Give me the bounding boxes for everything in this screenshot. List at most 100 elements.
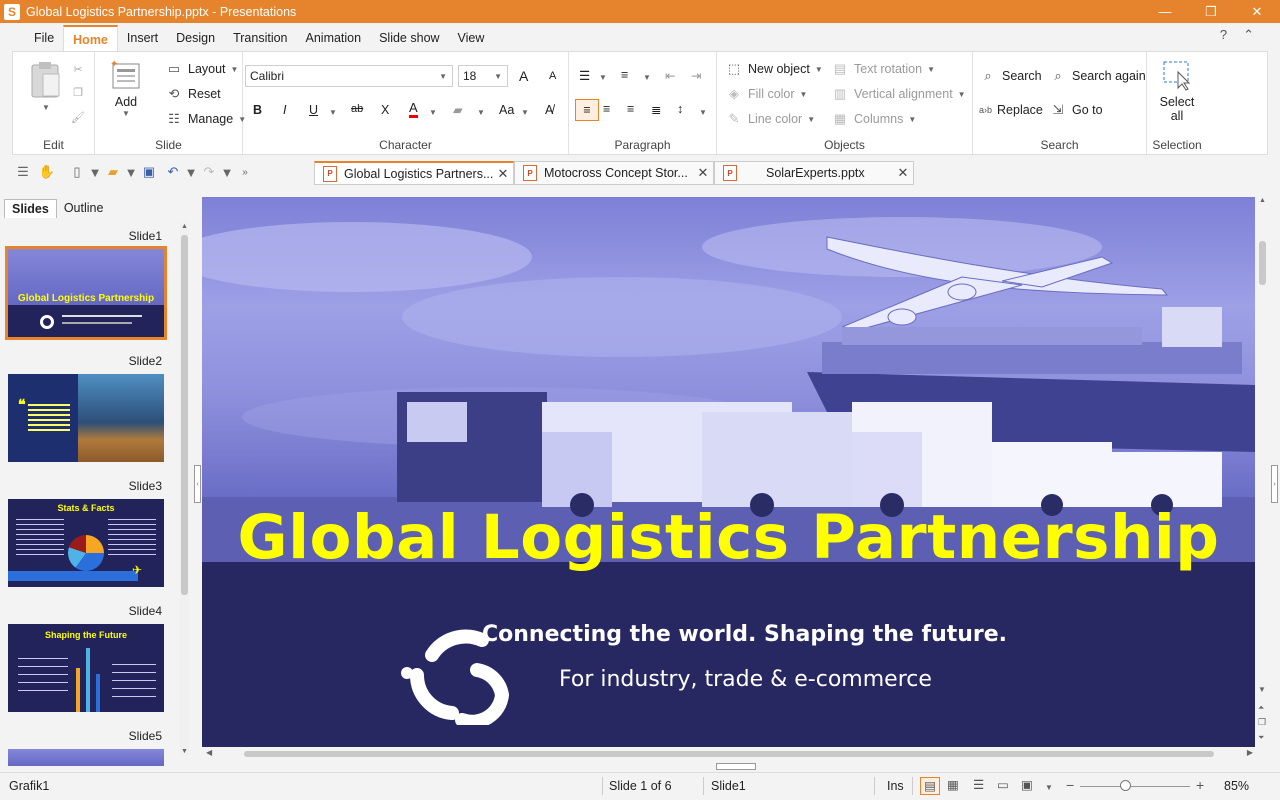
change-case-dropdown[interactable]: ▼	[521, 108, 529, 117]
align-right-icon[interactable]: ≡	[627, 102, 634, 116]
more-icon[interactable]: »	[234, 161, 256, 183]
slide-canvas[interactable]: Global Logistics Partnership Connecting …	[202, 197, 1255, 747]
line-color-button[interactable]: ✎ Line color ▼	[725, 110, 816, 128]
highlight-icon[interactable]: ▰	[453, 102, 463, 117]
right-splitter-handle[interactable]: ›	[1271, 465, 1278, 503]
increase-indent-icon[interactable]: ⇥	[691, 68, 701, 83]
zoom-out-button[interactable]: −	[1066, 777, 1074, 793]
columns-button[interactable]: ▦ Columns ▼	[831, 110, 916, 128]
slideshow-dropdown[interactable]: ▼	[1045, 783, 1053, 792]
underline-button[interactable]: U	[309, 103, 318, 117]
open-folder-icon[interactable]: ▰	[102, 161, 124, 183]
shrink-font-button[interactable]: A	[549, 70, 556, 82]
grow-font-button[interactable]: A	[519, 68, 528, 84]
zoom-in-button[interactable]: +	[1196, 777, 1204, 793]
search-button[interactable]: ⌕ Search	[979, 67, 1041, 85]
scroll-down-icon[interactable]: ▼	[181, 748, 188, 755]
close-tab-icon[interactable]: ✕	[893, 165, 913, 181]
slide-thumb-5[interactable]	[8, 749, 164, 766]
bullets-icon[interactable]: ☰	[579, 68, 590, 83]
font-name-combo[interactable]: Calibri ▼	[245, 65, 453, 87]
zoom-slider-thumb[interactable]	[1120, 780, 1131, 791]
line-spacing-icon[interactable]: ↕	[677, 102, 683, 116]
panel-splitter-handle[interactable]: ‹	[194, 465, 201, 503]
zoom-slider-track[interactable]	[1080, 786, 1190, 787]
scroll-right-icon[interactable]: ▶	[1247, 748, 1253, 757]
tab-slides[interactable]: Slides	[4, 199, 57, 218]
close-button[interactable]: ✕	[1234, 0, 1280, 23]
status-insert-mode[interactable]: Ins	[887, 779, 904, 793]
new-object-button[interactable]: ⬚ New object ▼	[725, 60, 823, 78]
paste-button[interactable]: ▼	[29, 60, 63, 118]
slide-subtitle[interactable]: Connecting the world. Shaping the future…	[482, 622, 1007, 647]
hand-icon[interactable]: ✋	[36, 161, 58, 183]
collapse-ribbon-icon[interactable]: ⌃	[1243, 27, 1254, 43]
underline-dropdown[interactable]: ▼	[329, 108, 337, 117]
previous-slide-icon[interactable]: ⏶	[1258, 703, 1264, 713]
numbering-icon[interactable]: ≡	[621, 68, 628, 82]
undo-dropdown[interactable]: ▼	[185, 161, 198, 183]
menu-home[interactable]: Home	[63, 25, 118, 51]
zoom-level[interactable]: 85%	[1224, 779, 1249, 793]
font-color-dropdown[interactable]: ▼	[429, 108, 437, 117]
manage-button[interactable]: ☷ Manage ▼	[165, 110, 246, 128]
font-color-button[interactable]: A	[409, 101, 418, 118]
cut-icon[interactable]: ✂	[71, 62, 85, 76]
doc-tab-global-logistics[interactable]: P Global Logistics Partners... ✕	[314, 161, 514, 185]
close-tab-icon[interactable]: ✕	[493, 166, 513, 182]
slide-thumb-2[interactable]: ❝	[8, 374, 164, 462]
format-painter-icon[interactable]: 🖌	[71, 110, 85, 124]
scroll-up-icon[interactable]: ▲	[181, 223, 188, 230]
bold-button[interactable]: B	[253, 103, 262, 117]
vertical-alignment-button[interactable]: ▥ Vertical alignment ▼	[831, 85, 966, 103]
doc-tab-solarexperts[interactable]: P SolarExperts.pptx ✕	[714, 161, 914, 185]
slide-sorter-icon[interactable]: ▦	[947, 777, 959, 792]
menu-icon[interactable]: ☰	[12, 161, 34, 183]
canvas-vertical-scrollbar[interactable]: ▲ ▼ ⏶ ❐ ⏷	[1257, 197, 1269, 763]
menu-animation[interactable]: Animation	[297, 25, 371, 51]
outline-view-icon[interactable]: ☰	[973, 777, 984, 792]
goto-button[interactable]: ⇲ Go to	[1049, 101, 1103, 119]
open-folder-dropdown[interactable]: ▼	[125, 161, 138, 183]
select-all-button[interactable]: Select all	[1155, 58, 1199, 123]
font-size-combo[interactable]: 18 ▼	[458, 65, 508, 87]
new-document-icon[interactable]: ▯	[66, 161, 88, 183]
text-rotation-button[interactable]: ▤ Text rotation ▼	[831, 60, 935, 78]
close-tab-icon[interactable]: ✕	[693, 165, 713, 181]
menu-insert[interactable]: Insert	[118, 25, 167, 51]
menu-slide-show[interactable]: Slide show	[370, 25, 448, 51]
strikethrough-button[interactable]: ab	[351, 103, 363, 115]
canvas-scrollbar-thumb[interactable]	[1259, 241, 1266, 285]
layout-button[interactable]: ▭ Layout ▼	[165, 60, 239, 78]
panel-scrollbar[interactable]: ▲ ▼	[180, 223, 189, 755]
scroll-up-icon[interactable]: ▲	[1259, 197, 1266, 204]
numbering-dropdown[interactable]: ▼	[643, 73, 651, 82]
redo-dropdown[interactable]: ▼	[221, 161, 234, 183]
menu-design[interactable]: Design	[167, 25, 224, 51]
menu-transition[interactable]: Transition	[224, 25, 296, 51]
minimize-button[interactable]: —	[1142, 0, 1188, 23]
replace-button[interactable]: a›b Replace	[979, 101, 1043, 119]
slide-title[interactable]: Global Logistics Partnership	[202, 502, 1255, 573]
change-case-button[interactable]: Aa	[499, 103, 514, 117]
new-document-dropdown[interactable]: ▼	[89, 161, 102, 183]
menu-file[interactable]: File	[25, 25, 63, 51]
justify-icon[interactable]: ≣	[651, 102, 661, 117]
bullets-dropdown[interactable]: ▼	[599, 73, 607, 82]
slide-thumb-3[interactable]: Stats & Facts ✈	[8, 499, 164, 587]
canvas-horizontal-scrollbar[interactable]: ◀ ▶	[202, 748, 1255, 760]
doc-tab-motocross[interactable]: P Motocross Concept Stor... ✕	[514, 161, 714, 185]
menu-view[interactable]: View	[449, 25, 494, 51]
clear-format-button[interactable]: X	[381, 103, 389, 117]
slide-thumb-1[interactable]: Global Logistics Partnership	[5, 246, 167, 340]
maximize-button[interactable]: ❐	[1188, 0, 1234, 23]
align-left-icon[interactable]: ≡	[575, 99, 599, 121]
fill-color-button[interactable]: ◈ Fill color ▼	[725, 85, 807, 103]
slide-tagline[interactable]: For industry, trade & e-commerce	[559, 667, 932, 692]
line-spacing-dropdown[interactable]: ▼	[699, 108, 707, 117]
horizontal-scrollbar-thumb[interactable]	[244, 751, 1214, 757]
help-icon[interactable]: ?	[1220, 27, 1227, 43]
normal-view-icon[interactable]: ▤	[920, 777, 940, 795]
add-slide-button[interactable]: ✦ Add ▼	[107, 58, 145, 118]
highlight-dropdown[interactable]: ▼	[477, 108, 485, 117]
